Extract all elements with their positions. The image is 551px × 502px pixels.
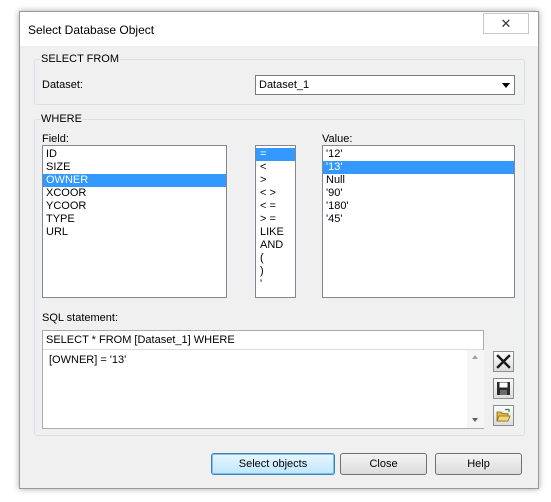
open-folder-icon	[496, 408, 511, 422]
list-item[interactable]: (	[256, 252, 295, 265]
list-item[interactable]: ID	[43, 148, 226, 161]
list-item[interactable]: Null	[323, 174, 514, 187]
list-item[interactable]: TYPE	[43, 213, 226, 226]
scroll-up-icon[interactable]	[472, 355, 478, 359]
list-item[interactable]: < =	[256, 200, 295, 213]
list-item[interactable]: '90'	[323, 187, 514, 200]
clear-sql-button[interactable]	[493, 351, 514, 372]
open-sql-button[interactable]	[493, 405, 514, 426]
select-objects-button[interactable]: Select objects	[211, 453, 335, 475]
operator-list[interactable]: = < > < > < = > = LIKE AND ( ) '	[255, 145, 296, 298]
sql-scrollbar[interactable]	[467, 350, 484, 428]
value-list[interactable]: '12' '13' Null '90' '180' '45'	[322, 145, 515, 298]
dataset-label: Dataset:	[42, 79, 83, 91]
list-item[interactable]: URL	[43, 226, 226, 239]
list-item[interactable]: SIZE	[43, 161, 226, 174]
sql-header: SELECT * FROM [Dataset_1] WHERE	[43, 331, 483, 350]
sql-statement-label: SQL statement:	[42, 312, 119, 324]
sql-statement-box: SELECT * FROM [Dataset_1] WHERE [OWNER] …	[42, 330, 484, 429]
list-item[interactable]: '45'	[323, 213, 514, 226]
list-item[interactable]: )	[256, 265, 295, 278]
sql-editor[interactable]: [OWNER] = '13'	[49, 354, 126, 366]
dataset-combobox[interactable]: Dataset_1	[255, 75, 515, 95]
help-button[interactable]: Help	[435, 453, 522, 475]
sql-header-text: SELECT * FROM [Dataset_1] WHERE	[46, 334, 235, 346]
list-item[interactable]: '12'	[323, 148, 514, 161]
title-bar: Select Database Object ✕	[20, 12, 538, 46]
list-item[interactable]: '180'	[323, 200, 514, 213]
list-item-selected[interactable]: '13'	[323, 161, 514, 174]
list-item[interactable]: LIKE	[256, 226, 295, 239]
list-item[interactable]: AND	[256, 239, 295, 252]
window-close-button[interactable]: ✕	[483, 13, 529, 34]
dialog-window: Select Database Object ✕ SELECT FROM Dat…	[19, 11, 539, 489]
list-item[interactable]: YCOOR	[43, 200, 226, 213]
field-list[interactable]: ID SIZE OWNER XCOOR YCOOR TYPE URL	[42, 145, 227, 298]
field-label: Field:	[42, 133, 69, 145]
select-from-label: SELECT FROM	[40, 53, 121, 65]
list-item[interactable]: >	[256, 174, 295, 187]
list-item[interactable]: > =	[256, 213, 295, 226]
save-disk-icon	[497, 382, 510, 395]
where-label: WHERE	[40, 113, 83, 125]
list-item[interactable]: '	[256, 278, 295, 291]
list-item[interactable]: <	[256, 161, 295, 174]
chevron-down-icon[interactable]	[502, 83, 510, 88]
clear-x-icon	[496, 354, 511, 369]
close-button[interactable]: Close	[340, 453, 427, 475]
dataset-value: Dataset_1	[259, 79, 310, 91]
list-item-selected[interactable]: =	[256, 148, 295, 161]
save-sql-button[interactable]	[493, 378, 514, 399]
scroll-down-icon[interactable]	[472, 418, 478, 422]
close-icon: ✕	[500, 15, 512, 31]
list-item[interactable]: < >	[256, 187, 295, 200]
list-item[interactable]: XCOOR	[43, 187, 226, 200]
list-item-selected[interactable]: OWNER	[43, 174, 226, 187]
value-label: Value:	[322, 133, 353, 145]
window-title: Select Database Object	[28, 23, 155, 37]
